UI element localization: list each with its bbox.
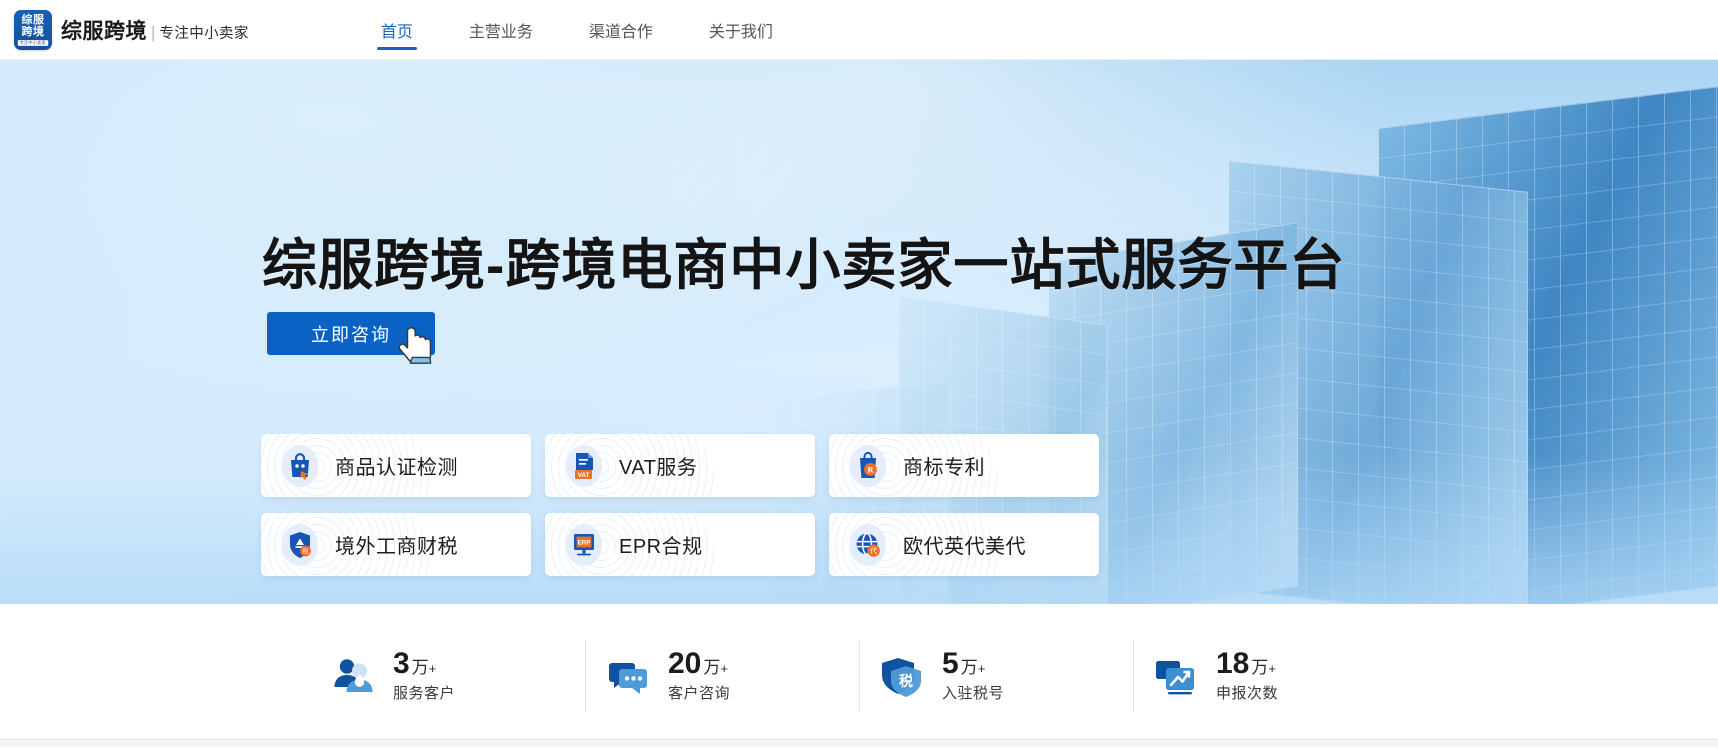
consult-now-button[interactable]: 立即咨询 (267, 312, 435, 355)
service-card-eu-uk-us-rep[interactable]: 代 欧代英代美代 (829, 513, 1099, 576)
hero-banner: 综服跨境-跨境电商中小卖家一站式服务平台 立即咨询 商品认证检测 VAT VAT… (0, 60, 1718, 604)
service-card-label: VAT服务 (619, 457, 698, 479)
logo-line-2: 跨境 (21, 25, 45, 38)
users-icon (334, 658, 373, 692)
page-root: 综服 跨境 专注中小卖家 综服跨境 | 专注中小卖家 首页 主营业务 渠道合作 … (0, 0, 1718, 748)
nav-item-home[interactable]: 首页 (353, 0, 441, 59)
stat-unit: 万 (703, 657, 721, 677)
hero-title: 综服跨境-跨境电商中小卖家一站式服务平台 (262, 234, 1346, 296)
brand-name: 综服跨境 (61, 19, 147, 43)
service-card-label: 商品认证检测 (335, 457, 458, 479)
stat-number-row: 18 万 + (1216, 646, 1278, 680)
stat-label: 入驻税号 (942, 684, 1005, 702)
logo-line-1: 综服 (21, 13, 45, 26)
stat-text: 5 万 + 入驻税号 (942, 646, 1005, 703)
brand-tagline: 专注中小卖家 (159, 25, 249, 42)
service-card-grid: 商品认证检测 VAT VAT服务 R 商标专利 税 境外工商财税 ERP EPR… (261, 434, 1099, 576)
stat-text: 18 万 + 申报次数 (1216, 646, 1279, 703)
tax-shield-icon: 税 (882, 657, 921, 697)
stat-label: 服务客户 (393, 684, 456, 702)
service-card-overseas-tax[interactable]: 税 境外工商财税 (261, 513, 531, 576)
trademark-r-icon: R (851, 447, 885, 485)
stat-unit: 万 (411, 657, 429, 677)
svg-text:税: 税 (899, 673, 913, 689)
stat-plus: + (1268, 660, 1276, 676)
stat-served-customers: 3 万 + 服务客户 (311, 640, 585, 712)
nav-item-about[interactable]: 关于我们 (681, 0, 801, 59)
stat-unit: 万 (1251, 657, 1269, 677)
stat-text: 20 万 + 客户咨询 (668, 646, 731, 703)
brand-text: 综服跨境 | 专注中小卖家 (61, 15, 249, 45)
footer-strip (0, 739, 1718, 747)
stat-number: 20 (668, 646, 702, 680)
stat-unit: 万 (960, 657, 978, 677)
certification-bag-icon (283, 447, 317, 485)
nav-item-channel[interactable]: 渠道合作 (561, 0, 681, 59)
overseas-tax-shield-icon: 税 (283, 526, 317, 564)
stat-plus: + (428, 660, 437, 676)
chart-trend-icon (1156, 660, 1194, 694)
brand[interactable]: 综服 跨境 专注中小卖家 综服跨境 | 专注中小卖家 (14, 9, 249, 50)
stats-bar: 3 万 + 服务客户 20 万 + 客户咨询 税 5 万 + 入驻税号 18 万… (0, 604, 1718, 747)
stat-number: 18 (1216, 646, 1250, 680)
stat-text: 3 万 + 服务客户 (393, 646, 456, 703)
epr-monitor-icon: ERP (567, 526, 601, 564)
service-card-label: EPR合规 (619, 536, 703, 558)
cta-wrapper: 立即咨询 (267, 312, 437, 364)
stat-number: 5 (942, 646, 959, 680)
stat-number-row: 20 万 + (668, 646, 730, 680)
service-card-label: 境外工商财税 (335, 536, 458, 558)
stat-tax-numbers: 税 5 万 + 入驻税号 (859, 639, 1133, 712)
stat-plus: + (720, 660, 728, 676)
stat-plus: + (977, 660, 986, 676)
stat-number: 3 (393, 646, 410, 680)
service-card-label: 欧代英代美代 (903, 536, 1026, 558)
globe-agent-icon: 代 (851, 526, 885, 564)
logo-icon: 综服 跨境 专注中小卖家 (14, 9, 52, 50)
site-header: 综服 跨境 专注中小卖家 综服跨境 | 专注中小卖家 首页 主营业务 渠道合作 … (0, 0, 1718, 60)
stat-declarations: 18 万 + 申报次数 (1133, 639, 1407, 712)
service-card-vat[interactable]: VAT VAT服务 (545, 434, 815, 497)
vat-document-icon: VAT (567, 447, 601, 485)
stat-label: 客户咨询 (668, 684, 731, 702)
stat-customer-consults: 20 万 + 客户咨询 (585, 639, 859, 712)
brand-divider: | (151, 22, 156, 42)
svg-text:税: 税 (302, 547, 308, 555)
stat-label: 申报次数 (1216, 684, 1279, 702)
logo-line-3: 专注中小卖家 (18, 39, 48, 47)
service-card-certification[interactable]: 商品认证检测 (261, 434, 531, 497)
service-card-trademark[interactable]: R 商标专利 (829, 434, 1099, 497)
stat-number-row: 3 万 + (393, 646, 455, 680)
nav-item-business[interactable]: 主营业务 (441, 0, 561, 59)
service-card-label: 商标专利 (903, 457, 985, 479)
hero-content: 综服跨境-跨境电商中小卖家一站式服务平台 立即咨询 商品认证检测 VAT VAT… (0, 60, 1718, 604)
stat-number-row: 5 万 + (942, 646, 1004, 680)
main-nav: 首页 主营业务 渠道合作 关于我们 (353, 0, 801, 59)
svg-text:ERP: ERP (578, 539, 591, 546)
svg-text:R: R (867, 465, 874, 474)
stats-inner: 3 万 + 服务客户 20 万 + 客户咨询 税 5 万 + 入驻税号 18 万… (311, 639, 1407, 712)
svg-text:VAT: VAT (578, 472, 590, 479)
chat-bubbles-icon (609, 662, 647, 694)
svg-text:代: 代 (870, 546, 877, 555)
service-card-epr[interactable]: ERP EPR合规 (545, 513, 815, 576)
